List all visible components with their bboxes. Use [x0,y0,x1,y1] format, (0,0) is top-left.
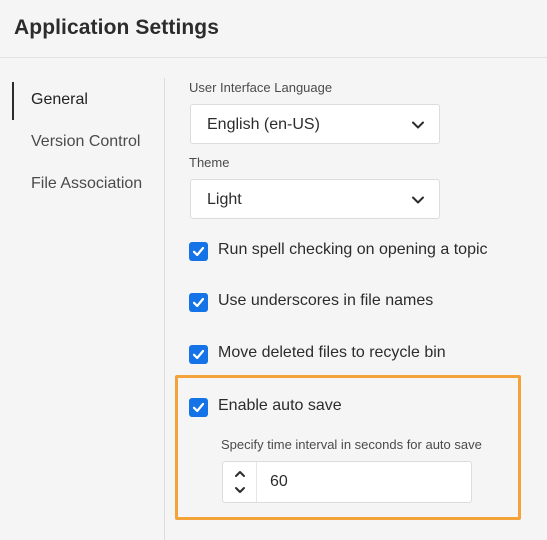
auto-save-interval-value[interactable]: 60 [270,473,288,491]
title-bar: Application Settings [0,0,547,58]
language-value: English (en-US) [207,116,320,133]
settings-panel: Application Settings General Version Con… [0,0,547,540]
language-dropdown[interactable]: English (en-US) [190,104,440,144]
auto-save-interval-label: Specify time interval in seconds for aut… [221,437,482,452]
theme-label: Theme [189,155,230,170]
auto-save-label: Enable auto save [218,397,342,414]
chevron-up-icon[interactable] [232,467,248,481]
auto-save-interval-stepper[interactable]: 60 [222,461,472,503]
theme-value: Light [207,191,242,208]
checkmark-icon [192,402,205,413]
chevron-down-icon [412,121,424,129]
spell-check-label: Run spell checking on opening a topic [218,241,488,258]
theme-dropdown[interactable]: Light [190,179,440,219]
page-title: Application Settings [14,16,220,39]
sidebar-item-version-control[interactable]: Version Control [31,133,140,151]
underscores-checkbox[interactable] [189,293,208,312]
auto-save-checkbox[interactable] [189,398,208,417]
recycle-bin-label: Move deleted files to recycle bin [218,344,446,361]
checkmark-icon [192,297,205,308]
stepper-arrows [223,462,257,502]
language-label: User Interface Language [189,80,333,95]
underscores-label: Use underscores in file names [218,292,434,309]
active-nav-indicator [12,82,14,120]
chevron-down-icon[interactable] [232,483,248,497]
chevron-down-icon [412,196,424,204]
recycle-bin-checkbox[interactable] [189,345,208,364]
sidebar-item-file-association[interactable]: File Association [31,175,142,193]
sidebar-item-general[interactable]: General [31,91,88,109]
spell-check-checkbox[interactable] [189,242,208,261]
sidebar [0,58,165,540]
checkmark-icon [192,349,205,360]
checkmark-icon [192,246,205,257]
sidebar-divider [164,78,165,540]
